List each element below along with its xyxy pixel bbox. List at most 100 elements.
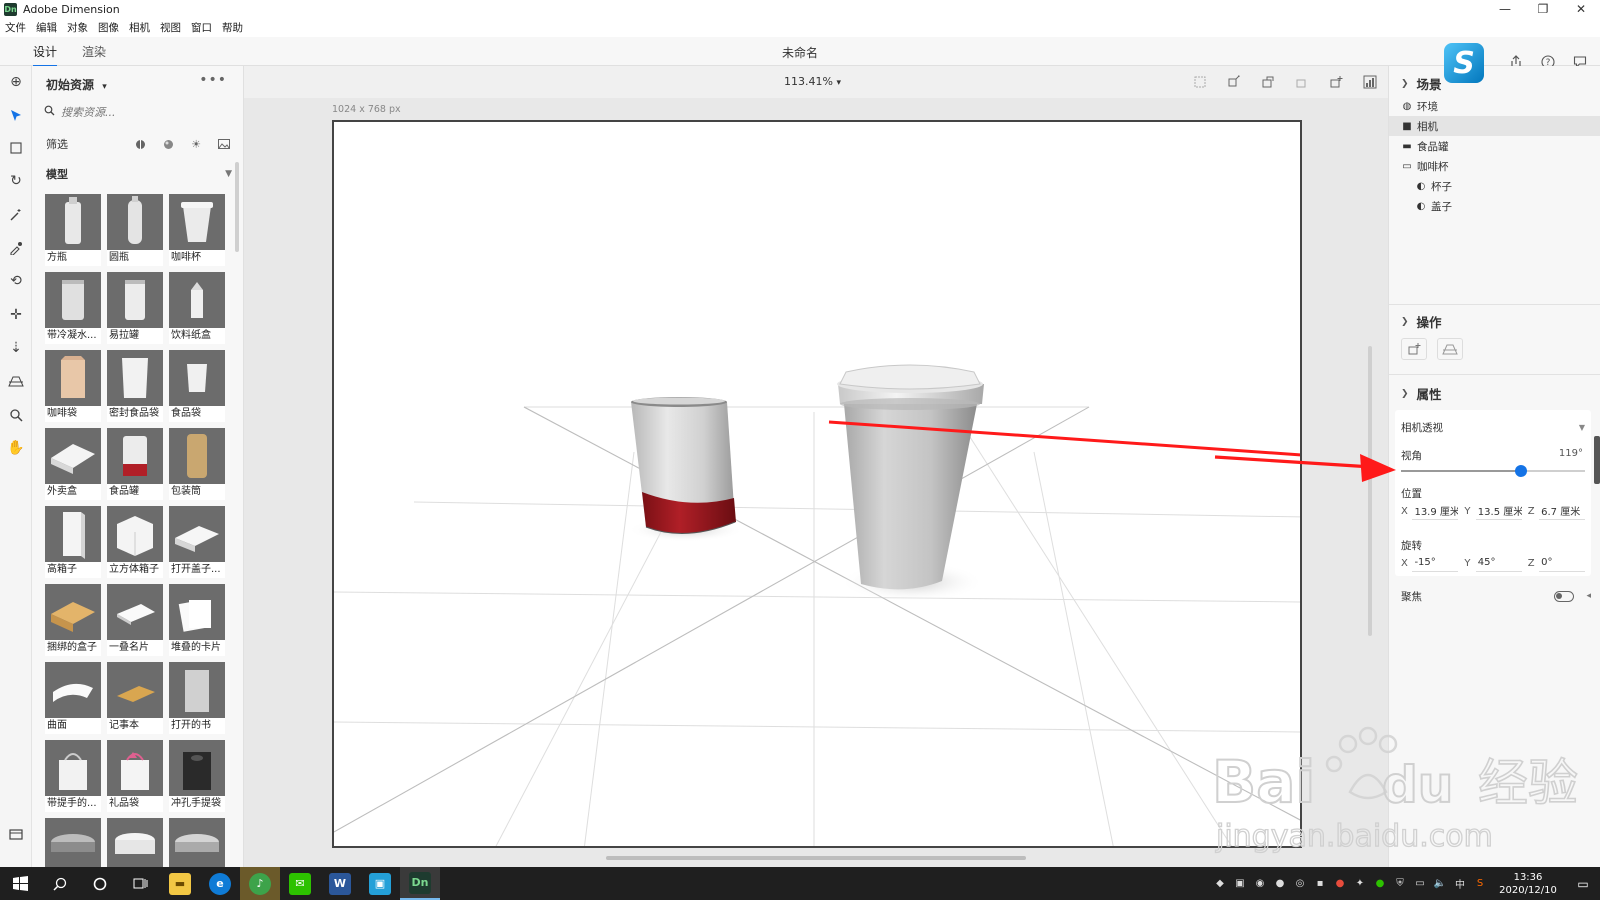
asset-item[interactable]: 冲孔手提袋	[169, 740, 225, 813]
asset-item[interactable]: 食品袋	[169, 350, 225, 423]
asset-item[interactable]: 一叠名片	[107, 584, 163, 657]
dimension-taskbar-icon[interactable]: Dn	[400, 867, 440, 900]
fov-slider[interactable]	[1401, 465, 1585, 477]
asset-item[interactable]: 带提手的...	[45, 740, 101, 813]
models-filter-icon[interactable]	[132, 136, 148, 152]
cortana-icon[interactable]	[80, 867, 120, 900]
camera-prev-icon[interactable]	[1292, 73, 1312, 91]
add-icon[interactable]: ⊕	[4, 70, 28, 94]
asset-item[interactable]: 带冷凝水...	[45, 272, 101, 345]
asset-item[interactable]: 易拉罐	[107, 272, 163, 345]
viewport-horizontal-scrollbar[interactable]	[606, 856, 1026, 860]
record-icon[interactable]: ●	[1330, 867, 1350, 900]
asset-item[interactable]: 密封食品袋	[107, 350, 163, 423]
ime-indicator[interactable]: 中	[1450, 867, 1470, 900]
chevron-left-icon[interactable]: ◂	[1586, 591, 1591, 601]
wechat-tray-icon[interactable]: ●	[1370, 867, 1390, 900]
select-region-icon[interactable]	[4, 136, 28, 160]
panel-toggle-icon[interactable]	[4, 822, 28, 846]
network-icon[interactable]: ▭	[1410, 867, 1430, 900]
steam-icon[interactable]: ◎	[1290, 867, 1310, 900]
rotation-y-field[interactable]: 45°	[1475, 554, 1522, 572]
zoom-dropdown[interactable]: 113.41% ▾	[784, 75, 841, 88]
search-icon[interactable]	[40, 867, 80, 900]
menu-file[interactable]: 文件	[5, 20, 26, 35]
browser-icon[interactable]: e	[200, 867, 240, 900]
fov-slider-thumb[interactable]	[1514, 465, 1527, 477]
menu-help[interactable]: 帮助	[222, 20, 243, 35]
magic-wand-icon[interactable]	[4, 203, 28, 227]
sogou-icon[interactable]: S	[1470, 867, 1490, 900]
asset-item[interactable]: 礼品袋	[107, 740, 163, 813]
vm-icon[interactable]: ▣	[1230, 867, 1250, 900]
asset-item[interactable]: 咖啡杯	[169, 194, 225, 267]
asset-item[interactable]: 捆绑的盒子	[45, 584, 101, 657]
word-icon[interactable]: W	[320, 867, 360, 900]
volume-icon[interactable]: 🔈	[1430, 867, 1450, 900]
properties-section-header[interactable]: ❯ 属性	[1401, 384, 1442, 403]
frame-icon[interactable]	[1190, 73, 1210, 91]
hand-icon[interactable]: ✋	[4, 436, 28, 460]
scene-item[interactable]: ▭ 咖啡杯	[1389, 156, 1600, 176]
task-view-icon[interactable]	[120, 867, 160, 900]
asset-item[interactable]: 打开盖子...	[169, 506, 225, 579]
asset-item[interactable]: 打开的书	[169, 662, 225, 735]
asset-item[interactable]: 食品罐	[107, 428, 163, 501]
asset-item[interactable]	[169, 818, 225, 867]
camera-bookmark-icon[interactable]	[1258, 73, 1278, 91]
zoom-icon[interactable]	[4, 403, 28, 427]
asset-item[interactable]: 包装筒	[169, 428, 225, 501]
histogram-icon[interactable]	[1360, 73, 1380, 91]
edge-icon[interactable]: ◉	[1250, 867, 1270, 900]
panel-edge-handle[interactable]	[1594, 436, 1600, 484]
asset-item[interactable]: 咖啡袋	[45, 350, 101, 423]
lights-filter-icon[interactable]: ☀	[188, 136, 204, 152]
scene-section-header[interactable]: ❯ 场景	[1401, 74, 1442, 93]
music-app-icon[interactable]: ♪	[240, 867, 280, 900]
sampler-icon[interactable]	[4, 236, 28, 260]
asset-item[interactable]: 立方体箱子	[107, 506, 163, 579]
menu-edit[interactable]: 编辑	[36, 20, 57, 35]
menu-view[interactable]: 视图	[160, 20, 181, 35]
start-icon[interactable]	[0, 867, 40, 900]
file-explorer-icon[interactable]: ▬	[160, 867, 200, 900]
more-options-icon[interactable]: •••	[199, 72, 227, 88]
position-x-field[interactable]: 13.9 厘米	[1412, 502, 1459, 520]
microphone-icon[interactable]: ●	[1270, 867, 1290, 900]
images-filter-icon[interactable]	[216, 136, 232, 152]
rotation-z-field[interactable]: 0°	[1539, 554, 1586, 572]
menu-image[interactable]: 图像	[98, 20, 119, 35]
rotate-camera-icon[interactable]: ⟲	[4, 269, 28, 293]
gpu-icon[interactable]: ▪	[1310, 867, 1330, 900]
asset-item[interactable]: 高箱子	[45, 506, 101, 579]
scene-item[interactable]: ◍ 环境	[1389, 96, 1600, 116]
add-camera-icon[interactable]	[1326, 73, 1346, 91]
position-y-field[interactable]: 13.5 厘米	[1475, 502, 1522, 520]
scene-item[interactable]: ▬ 食品罐	[1389, 136, 1600, 156]
tab-render[interactable]: 渲染	[82, 43, 106, 65]
security-icon[interactable]: ⛨	[1390, 867, 1410, 900]
game-icon[interactable]: ✦	[1350, 867, 1370, 900]
dolly-icon[interactable]: ⇣	[4, 336, 28, 360]
actions-section-header[interactable]: ❯ 操作	[1401, 312, 1442, 331]
materials-filter-icon[interactable]	[160, 136, 176, 152]
asset-item[interactable]: 方瓶	[45, 194, 101, 267]
tab-design[interactable]: 设计	[33, 43, 58, 67]
minimize-button[interactable]: —	[1486, 0, 1524, 18]
wechat-icon[interactable]: ✉	[280, 867, 320, 900]
close-button[interactable]: ✕	[1562, 0, 1600, 18]
asset-item[interactable]: 堆叠的卡片	[169, 584, 225, 657]
menu-camera[interactable]: 相机	[129, 20, 150, 35]
models-section-header[interactable]: 模型 ▼	[46, 166, 232, 182]
asset-item[interactable]: 饮料纸盒	[169, 272, 225, 345]
scene-item[interactable]: ◐ 杯子	[1389, 176, 1600, 196]
scene-item[interactable]: ■ 相机	[1389, 116, 1600, 136]
notification-icon[interactable]: ▭	[1566, 867, 1600, 900]
horizon-icon[interactable]	[4, 369, 28, 393]
scene-canvas[interactable]	[332, 120, 1302, 848]
match-perspective-icon[interactable]	[1437, 338, 1463, 360]
snap-icon[interactable]	[1224, 73, 1244, 91]
menu-object[interactable]: 对象	[67, 20, 88, 35]
select-tool-icon[interactable]	[4, 104, 28, 128]
fov-value[interactable]: 119°	[1559, 448, 1583, 459]
